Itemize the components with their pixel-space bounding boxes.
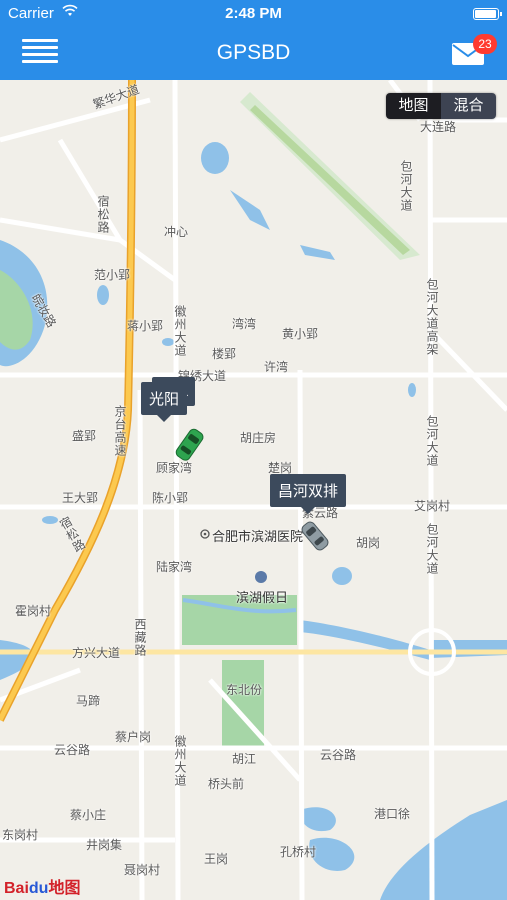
vehicle-tag-label: 光阳 <box>149 391 180 408</box>
road-label: 包河大道 <box>425 415 439 467</box>
road-label: 云谷路 <box>54 743 91 757</box>
place-label: 东北份 <box>226 683 263 697</box>
place-label: 孔桥村 <box>280 845 317 859</box>
car-icon[interactable] <box>298 518 332 554</box>
app-title: GPSBD <box>216 41 291 64</box>
place-label: 东岗村 <box>2 828 39 842</box>
road-label: 包河大道 <box>425 523 439 575</box>
place-label: 冲心 <box>164 225 189 239</box>
hotel-marker-icon <box>255 571 267 583</box>
place-label: 王岗 <box>204 852 229 866</box>
car-icon[interactable] <box>172 425 208 465</box>
pond <box>332 567 352 585</box>
pond <box>230 190 270 230</box>
map-view[interactable]: 繁华大道 大连路 包河大道 宿松路 冲心 范小郢 皖妆路 包河大道高架 徽州大道… <box>0 80 507 900</box>
place-label: 马蹄 <box>76 694 101 708</box>
baidu-logo-ditu: 地图 <box>48 880 81 897</box>
place-label: 港口徐 <box>374 807 411 821</box>
place-label: 胡庄房 <box>240 431 277 445</box>
place-label: 陆家湾 <box>156 560 193 574</box>
place-label: 井岗集 <box>86 838 123 852</box>
place-label: 蔡户岗 <box>115 730 152 744</box>
unread-badge: 23 <box>473 34 497 54</box>
place-label: 王大郢 <box>62 491 99 505</box>
place-label: 湾湾 <box>232 317 257 331</box>
battery-icon <box>473 8 502 20</box>
road-label: 大连路 <box>420 120 457 134</box>
vehicle-tag-label: 昌河双排 <box>278 483 339 500</box>
hotel-label: 滨湖假日 <box>236 590 289 605</box>
place-label: 范小郢 <box>94 268 131 282</box>
place-label: 艾岗村 <box>414 499 451 513</box>
place-label: 蒋小郢 <box>127 319 164 333</box>
road-label: 方兴大道 <box>72 646 121 660</box>
place-label: 黄小郢 <box>282 327 319 341</box>
expressway <box>0 80 136 722</box>
place-label: 胡江 <box>232 752 257 766</box>
road-label: 徽州大道 <box>173 305 187 357</box>
place-label: 桥头前 <box>208 777 245 791</box>
pond <box>299 807 336 832</box>
nav-bar: GPSBD 23 <box>0 28 507 80</box>
vehicle-tag[interactable]: 昌河双排 <box>270 474 347 514</box>
baidu-logo: Baidu地图 <box>4 874 80 898</box>
hospital-label: 合肥市滨湖医院 <box>212 529 304 544</box>
map-type-hybrid-button[interactable]: 混合 <box>441 93 496 119</box>
baidu-logo-text: Bai <box>4 880 29 897</box>
map-type-standard-button[interactable]: 地图 <box>386 93 441 119</box>
place-label: 陈小郢 <box>152 491 189 505</box>
status-bar: Carrier 2:48 PM <box>0 0 507 28</box>
baidu-paw-icon: du <box>28 880 49 897</box>
place-label: 盛郢 <box>72 429 97 443</box>
road-label: 京台高速 <box>113 405 127 457</box>
place-label: 胡岗 <box>356 536 381 550</box>
vehicle-tag[interactable]: 光阳 <box>141 382 188 422</box>
pond <box>201 142 229 174</box>
place-label: 聂岗村 <box>124 863 161 877</box>
place-label: 许湾 <box>264 360 289 374</box>
runway-green <box>250 105 410 255</box>
clock: 2:48 PM <box>225 5 282 22</box>
river <box>430 640 507 658</box>
road-label: 包河大道 <box>399 160 413 212</box>
road-label: 西藏路 <box>133 618 147 657</box>
road-label: 徽州大道 <box>173 735 187 787</box>
road-label: 包河大道高架 <box>425 278 439 356</box>
place-label: 楼郢 <box>212 347 237 361</box>
place-label: 霍岗村 <box>15 604 52 618</box>
pond <box>300 245 335 260</box>
road-label: 云谷路 <box>320 748 357 762</box>
place-label: 蔡小庄 <box>70 808 107 822</box>
map-type-switch[interactable]: 地图 混合 <box>386 93 496 119</box>
road-label: 宿松路 <box>96 195 110 234</box>
